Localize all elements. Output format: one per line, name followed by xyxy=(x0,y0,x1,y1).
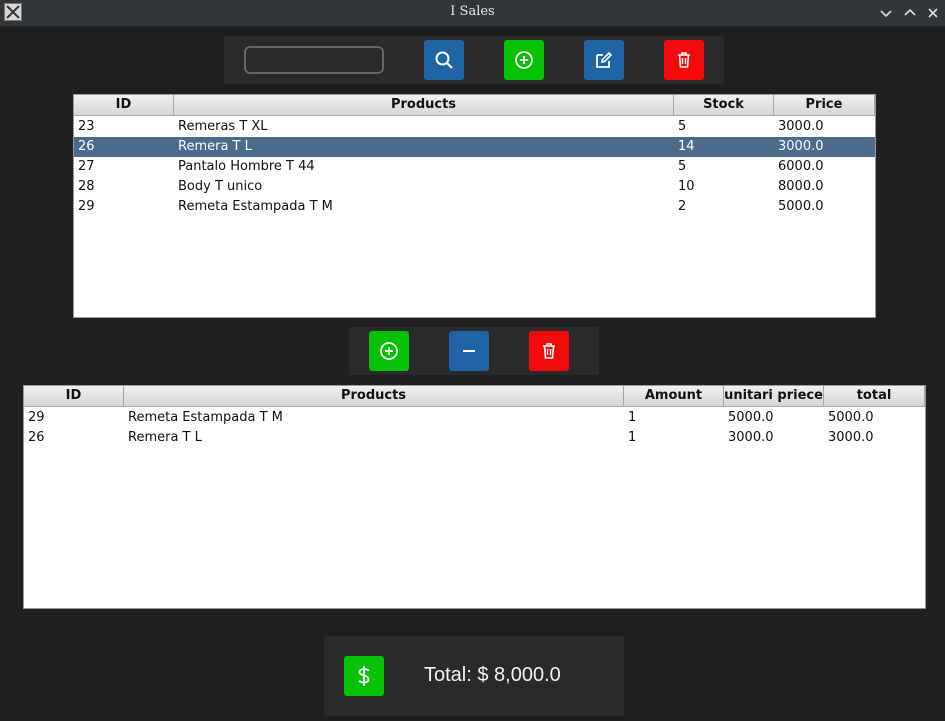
table-row[interactable]: 29 Remeta Estampada T M 2 5000.0 xyxy=(74,197,875,217)
table-row[interactable]: 26 Remera T L 1 3000.0 3000.0 xyxy=(24,428,925,448)
add-product-button[interactable] xyxy=(504,40,544,80)
remove-from-cart-button[interactable] xyxy=(529,331,569,371)
dollar-icon xyxy=(358,666,370,686)
trash-icon xyxy=(678,52,690,68)
column-header-total[interactable]: total xyxy=(824,386,925,407)
table-row[interactable]: 27 Pantalo Hombre T 44 5 6000.0 xyxy=(74,157,875,177)
table-row[interactable]: 28 Body T unico 10 8000.0 xyxy=(74,177,875,197)
add-to-cart-button[interactable] xyxy=(369,331,409,371)
maximize-button[interactable] xyxy=(901,4,919,22)
close-button[interactable] xyxy=(924,4,942,22)
column-header-products[interactable]: Products xyxy=(124,386,624,407)
column-header-stock[interactable]: Stock xyxy=(674,95,774,116)
cart-table-header: ID Products Amount unitari priece total xyxy=(24,386,925,407)
search-input[interactable] xyxy=(244,46,384,74)
table-row[interactable]: 29 Remeta Estampada T M 1 5000.0 5000.0 xyxy=(24,408,925,428)
table-row[interactable]: 23 Remeras T XL 5 3000.0 xyxy=(74,117,875,137)
close-icon xyxy=(928,8,938,18)
column-header-price[interactable]: Price xyxy=(774,95,875,116)
edit-product-button[interactable] xyxy=(584,40,624,80)
plus-circle-icon xyxy=(515,51,533,69)
chevron-up-icon xyxy=(904,8,916,16)
title-bar: I Sales xyxy=(0,0,945,26)
chevron-down-icon xyxy=(880,10,892,18)
plus-circle-icon xyxy=(380,342,398,360)
products-table[interactable]: ID Products Stock Price 23 Remeras T XL … xyxy=(73,94,876,318)
edit-icon xyxy=(596,51,613,68)
column-header-id[interactable]: ID xyxy=(24,386,124,407)
product-toolbar xyxy=(224,36,724,84)
total-label: Total: $ 8,000.0 xyxy=(424,664,561,686)
column-header-products[interactable]: Products xyxy=(174,95,674,116)
cart-table[interactable]: ID Products Amount unitari priece total … xyxy=(23,385,926,609)
checkout-button[interactable] xyxy=(344,656,384,696)
cart-toolbar xyxy=(349,327,599,375)
products-table-header: ID Products Stock Price xyxy=(74,95,875,116)
decrease-amount-button[interactable] xyxy=(449,331,489,371)
column-header-id[interactable]: ID xyxy=(74,95,174,116)
search-icon xyxy=(435,51,453,69)
minimize-button[interactable] xyxy=(877,4,895,22)
trash-icon xyxy=(543,343,555,359)
window-title: I Sales xyxy=(450,4,495,19)
minus-icon xyxy=(463,350,475,352)
column-header-amount[interactable]: Amount xyxy=(624,386,724,407)
column-header-unit-price[interactable]: unitari priece xyxy=(724,386,824,407)
delete-product-button[interactable] xyxy=(664,40,704,80)
table-row-selected[interactable]: 26 Remera T L 14 3000.0 xyxy=(74,137,875,157)
total-panel: Total: $ 8,000.0 xyxy=(324,636,624,716)
search-button[interactable] xyxy=(424,40,464,80)
